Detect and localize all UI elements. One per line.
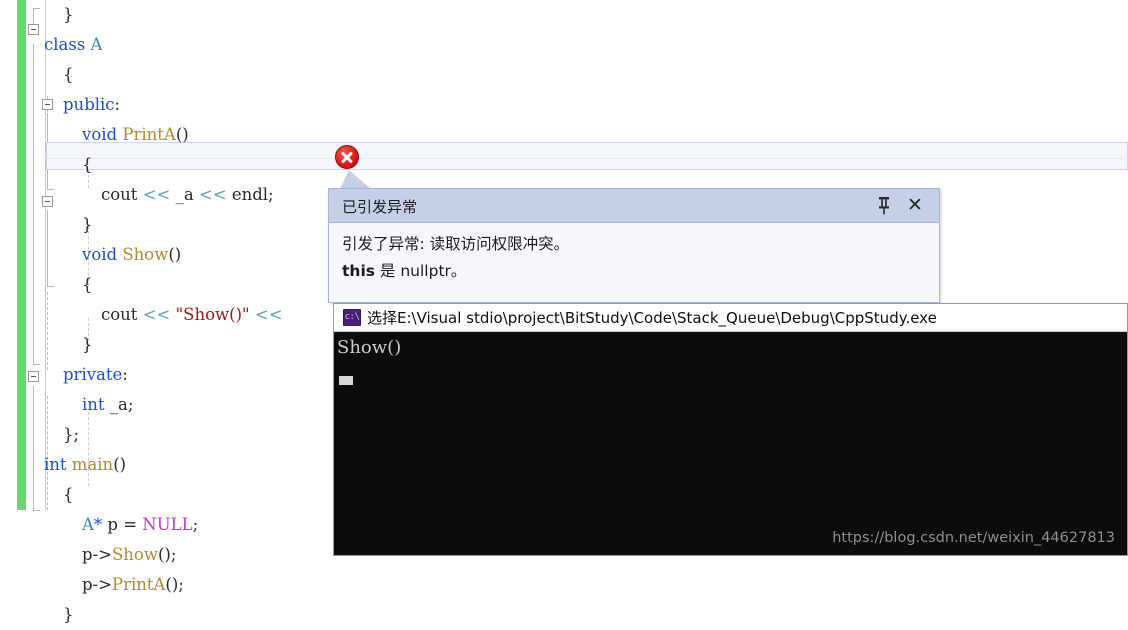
code-token: public [63,95,115,114]
changed-lines-indicator [17,0,26,510]
code-token: : [114,95,121,114]
code-token: p-> [82,575,112,594]
code-token: Show [111,545,158,564]
code-token: cout [101,185,143,204]
code-token: p-> [82,545,112,564]
exception-popup-titlebar: 已引发异常 ✕ [329,189,939,223]
code-token: main [71,455,114,474]
watermark-text: https://blog.csdn.net/weixin_44627813 [832,530,1115,546]
close-icon[interactable]: ✕ [904,194,926,216]
exception-message-rest: 是 nullptr。 [374,262,467,280]
exception-popup-title: 已引发异常 [342,198,418,216]
code-line[interactable]: cout << "Show()" << [28,300,283,330]
code-line[interactable]: int main() [28,450,267,480]
code-token: } [82,215,93,234]
code-line[interactable]: p->Show(); [28,540,267,570]
console-window[interactable]: c:\ 选择E:\Visual stdio\project\BitStudy\C… [333,303,1128,556]
tooltip-pointer [340,170,371,189]
code-line[interactable]: int _a; [28,390,267,420]
pin-icon[interactable] [875,195,893,216]
code-token: int [44,455,67,474]
code-token: () [168,245,182,264]
code-line[interactable]: } [28,0,267,30]
console-app-icon: c:\ [343,309,361,326]
code-token: A [90,35,103,54]
code-token: void [82,125,118,144]
code-line[interactable]: } [28,210,267,240]
exception-message-line-2: this 是 nullptr。 [342,258,569,285]
code-token: Show [122,245,169,264]
code-token: } [82,335,93,354]
code-line[interactable]: } [28,330,267,360]
exception-message-line-1: 引发了异常: 读取访问权限冲突。 [342,235,570,253]
code-token: cout [101,305,143,324]
code-token: p = [102,515,143,534]
code-token: "Show()" [175,305,250,324]
code-line[interactable]: { [28,60,267,90]
code-token: { [82,275,93,294]
code-token: << [142,305,171,324]
code-token: { [82,155,93,174]
code-line[interactable]: public: [28,90,267,120]
code-token: A [82,515,94,534]
error-circle-x-icon[interactable] [335,145,359,169]
code-token: (); [157,545,177,564]
code-token: NULL [142,515,193,534]
code-line[interactable]: void Show() [28,240,267,270]
code-line[interactable]: { [28,270,267,300]
console-window-title: 选择E:\Visual stdio\project\BitStudy\Code\… [367,309,937,327]
exception-popup-body: 引发了异常: 读取访问权限冲突。 this 是 nullptr。 [342,231,569,285]
code-line[interactable]: { [28,480,267,510]
code-token: _a [170,185,199,204]
code-token: void [82,245,118,264]
code-token: PrintA [111,575,166,594]
exception-this-keyword: this [342,262,375,280]
code-token: ; [192,515,199,534]
code-token: PrintA [122,125,176,144]
code-token: << [254,305,283,324]
code-line[interactable]: { [28,150,267,180]
code-line[interactable]: } [28,600,267,630]
code-token: : [122,365,128,384]
code-token: () [175,125,189,144]
code-line[interactable]: void PrintA() [28,120,267,150]
code-line[interactable]: p->PrintA(); [28,570,267,600]
code-token: endl; [226,185,274,204]
console-cursor [339,376,353,385]
code-line[interactable]: }; [28,420,267,450]
code-token: } [63,5,74,24]
code-token: }; [63,425,80,444]
code-token: _a; [104,395,134,414]
code-token: << [142,185,171,204]
code-token: << [198,185,227,204]
code-token: class [44,35,86,54]
code-token: (); [165,575,184,594]
exception-thrown-popup[interactable]: 已引发异常 ✕ 引发了异常: 读取访问权限冲突。 this 是 nullptr。 [328,188,940,303]
code-token: int [82,395,105,414]
console-output: Show() [337,337,402,358]
console-titlebar[interactable]: c:\ 选择E:\Visual stdio\project\BitStudy\C… [334,304,1127,332]
code-token: () [113,455,127,474]
code-line[interactable]: private: [28,360,267,390]
code-text[interactable]: } class A{public: void PrintA(){cout << _a… [28,0,283,630]
code-token: * [93,515,103,534]
code-token: private [63,365,123,384]
code-line[interactable]: cout << _a << endl; [28,180,274,210]
code-line[interactable]: class A [28,30,267,60]
code-token: { [63,485,74,504]
code-token: } [63,605,74,624]
code-token: { [63,65,74,84]
code-line[interactable]: A* p = NULL; [28,510,267,540]
